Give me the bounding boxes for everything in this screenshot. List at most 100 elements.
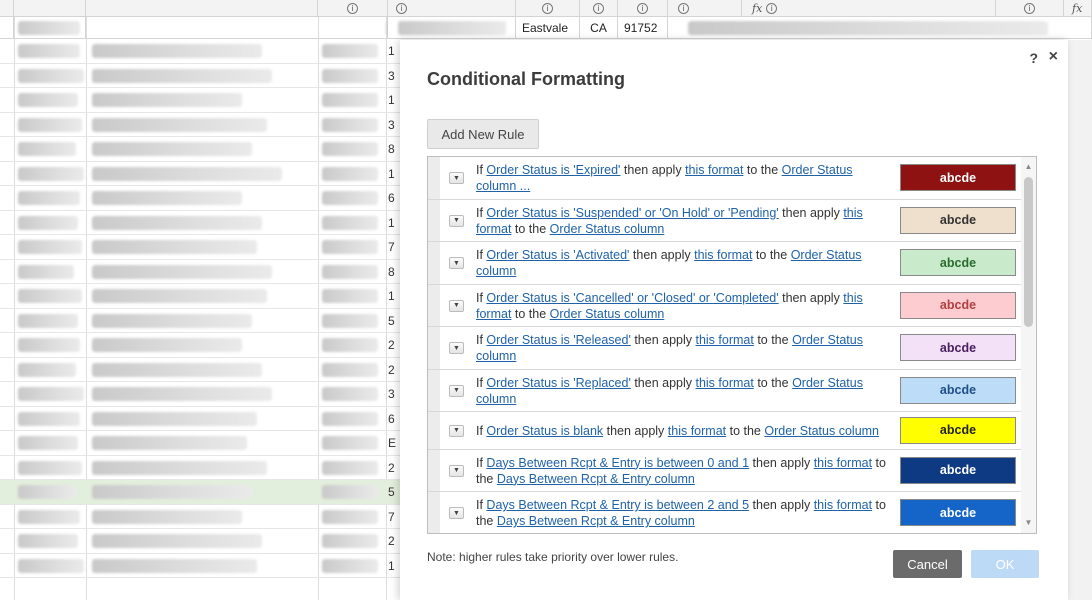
row-cell[interactable] (668, 17, 1092, 39)
blurred-text (18, 485, 76, 499)
info-icon[interactable]: i (396, 3, 407, 14)
header-cell[interactable]: i (388, 0, 516, 17)
rules-scrollbar[interactable]: ▲ ▼ (1021, 157, 1036, 533)
rule-format-link[interactable]: this format (695, 333, 753, 347)
rule-condition-link[interactable]: Order Status is 'Expired' (486, 163, 620, 177)
rule-format-link[interactable]: this format (668, 424, 726, 438)
drag-handle[interactable] (428, 412, 440, 449)
rule-condition-link[interactable]: Order Status is 'Activated' (486, 248, 629, 262)
format-preview-swatch[interactable]: abcde (900, 249, 1016, 277)
blurred-text (92, 191, 242, 205)
info-icon[interactable]: i (678, 3, 689, 14)
rule-target-link[interactable]: Order Status column (550, 307, 665, 321)
blurred-text (18, 289, 82, 303)
rule-menu-dropdown-icon[interactable]: ▼ (449, 507, 464, 520)
rule-condition-link[interactable]: Order Status is 'Replaced' (486, 376, 630, 390)
rule-format-link[interactable]: this format (814, 456, 872, 470)
rule-condition-link[interactable]: Days Between Rcpt & Entry is between 2 a… (486, 498, 749, 512)
info-icon[interactable]: i (593, 3, 604, 14)
rule-target-link[interactable]: Order Status column (550, 222, 665, 236)
rule-condition-link[interactable]: Order Status is 'Released' (486, 333, 630, 347)
format-preview-swatch[interactable]: abcde (900, 291, 1016, 319)
row-cell[interactable] (388, 17, 516, 39)
header-cell[interactable]: i (318, 0, 388, 17)
rule-condition-link[interactable]: Order Status is blank (486, 424, 603, 438)
scrollbar-thumb[interactable] (1024, 177, 1033, 327)
header-cell[interactable] (14, 0, 86, 17)
rule-menu-dropdown-icon[interactable]: ▼ (449, 299, 464, 312)
info-icon[interactable]: i (1024, 3, 1035, 14)
state-cell[interactable]: CA (580, 17, 618, 39)
header-cell[interactable]: i (516, 0, 580, 17)
zip-cell[interactable]: 91752 (618, 17, 668, 39)
drag-handle[interactable] (428, 284, 440, 326)
header-cell[interactable]: i (618, 0, 668, 17)
rule-menu-dropdown-icon[interactable]: ▼ (449, 172, 464, 185)
header-cell[interactable]: i (580, 0, 618, 17)
info-icon[interactable]: i (347, 3, 358, 14)
rule-target-link[interactable]: Days Between Rcpt & Entry column (497, 514, 695, 528)
rule-target-link[interactable]: Order Status column (764, 424, 879, 438)
rule-condition-link[interactable]: Days Between Rcpt & Entry is between 0 a… (486, 456, 749, 470)
blurred-text (322, 411, 378, 426)
rule-text: to the (753, 333, 793, 348)
rule-menu-dropdown-icon[interactable]: ▼ (449, 464, 464, 477)
rule-format-link[interactable]: this format (695, 376, 753, 390)
format-preview-swatch[interactable]: abcde (900, 499, 1016, 527)
close-icon[interactable]: × (1049, 49, 1058, 65)
drag-handle[interactable] (428, 242, 440, 284)
blurred-text (322, 338, 378, 352)
info-icon[interactable]: i (637, 3, 648, 14)
rule-description: If Days Between Rcpt & Entry is between … (476, 455, 886, 487)
rule-text: then apply (620, 163, 686, 178)
header-cell[interactable]: fx i (742, 0, 996, 17)
blurred-text (18, 215, 78, 230)
info-icon[interactable]: i (542, 3, 553, 14)
rule-menu-dropdown-icon[interactable]: ▼ (449, 342, 464, 355)
blurred-text (92, 509, 242, 524)
rule-format-link[interactable]: this format (814, 498, 872, 512)
help-icon[interactable]: ? (1029, 50, 1038, 66)
rule-text: to the (511, 221, 550, 236)
format-preview-swatch[interactable]: abcde (900, 334, 1016, 362)
rule-target-link[interactable]: Days Between Rcpt & Entry column (497, 472, 695, 486)
rule-text: If (476, 205, 487, 220)
ok-button[interactable]: OK (971, 550, 1039, 578)
rule-format-link[interactable]: this format (694, 248, 752, 262)
drag-handle[interactable] (428, 449, 440, 491)
row-cell[interactable] (14, 17, 86, 39)
rule-menu-dropdown-icon[interactable]: ▼ (449, 257, 464, 270)
scroll-up-arrow-icon[interactable]: ▲ (1021, 159, 1036, 173)
format-preview-swatch[interactable]: abcde (900, 416, 1016, 444)
scroll-down-arrow-icon[interactable]: ▼ (1021, 515, 1036, 529)
header-cell[interactable] (86, 0, 318, 17)
rule-menu-dropdown-icon[interactable]: ▼ (449, 424, 464, 437)
city-cell[interactable]: Eastvale (516, 17, 580, 39)
rule-menu-dropdown-icon[interactable]: ▼ (449, 214, 464, 227)
rule-row: ▼ If Order Status is 'Activated' then app… (428, 242, 1021, 285)
format-preview-swatch[interactable]: abcde (900, 456, 1016, 484)
header-cell[interactable]: fx (1064, 0, 1092, 17)
format-preview-swatch[interactable]: abcde (900, 164, 1016, 192)
blurred-text (322, 313, 378, 328)
format-preview-swatch[interactable]: abcde (900, 376, 1016, 404)
header-cell[interactable]: i (668, 0, 742, 17)
rule-condition-link[interactable]: Order Status is 'Cancelled' or 'Closed' … (486, 291, 778, 305)
drag-handle[interactable] (428, 157, 440, 199)
header-cell[interactable]: i (996, 0, 1064, 17)
add-new-rule-button[interactable]: Add New Rule (427, 119, 539, 149)
rule-condition-link[interactable]: Order Status is 'Suspended' or 'On Hold'… (486, 206, 778, 220)
rule-format-link[interactable]: this format (685, 163, 743, 177)
info-icon[interactable]: i (766, 3, 778, 14)
format-preview-swatch[interactable]: abcde (900, 206, 1016, 234)
blurred-text (92, 558, 257, 573)
drag-handle[interactable] (428, 492, 440, 533)
rule-menu-dropdown-icon[interactable]: ▼ (449, 384, 464, 397)
row-cell[interactable] (86, 17, 506, 39)
drag-handle[interactable] (428, 327, 440, 369)
cancel-button[interactable]: Cancel (893, 550, 962, 578)
rule-row: ▼ If Days Between Rcpt & Entry is between… (428, 449, 1021, 492)
drag-handle[interactable] (428, 369, 440, 411)
blurred-text (18, 460, 82, 475)
drag-handle[interactable] (428, 199, 440, 241)
